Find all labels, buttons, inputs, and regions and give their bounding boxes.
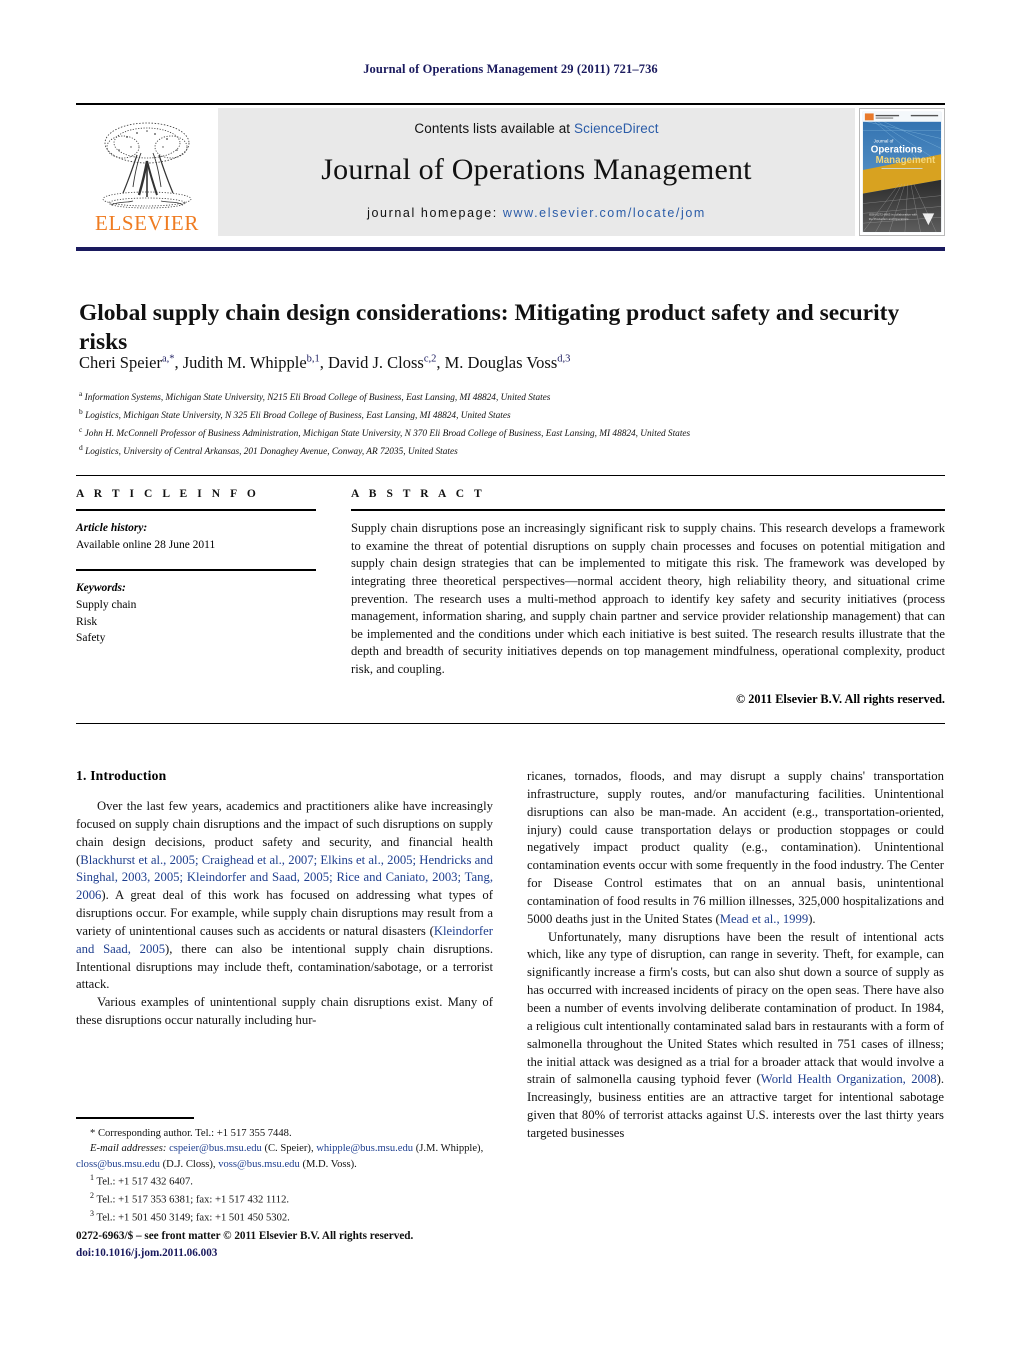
email-addresses-note: E-mail addresses: cspeier@bus.msu.edu (C… [76, 1143, 484, 1170]
article-history-label: Article history: [76, 522, 148, 534]
affiliation-text: Information Systems, Michigan State Univ… [84, 393, 551, 404]
body-column-right: ricanes, tornados, floods, and may disru… [527, 768, 944, 1143]
sciencedirect-link[interactable]: ScienceDirect [574, 121, 659, 136]
svg-text:the Production and Operations: the Production and Operations [869, 217, 909, 221]
paragraph: Various examples of unintentional supply… [76, 995, 493, 1028]
citation-link[interactable]: Kleindorfer and Saad, 2005 [76, 924, 493, 956]
paragraph: ricanes, tornados, floods, and may disru… [527, 769, 944, 926]
journal-cover-thumbnail[interactable]: Journal of Operations Management ISSN 02… [859, 108, 945, 236]
affiliation-marker: b [79, 407, 83, 417]
footnote-text: Tel.: +1 517 432 6407. [96, 1176, 193, 1188]
footnote-block: * Corresponding author. Tel.: +1 517 355… [76, 1117, 493, 1226]
svg-text:ISSN 0272-6963 in collaboratio: ISSN 0272-6963 in collaboration with [869, 212, 918, 216]
footnote-marker: 2 [90, 1191, 94, 1201]
footnote-marker: 1 [90, 1173, 94, 1183]
email-person: (D.J. Closs) [162, 1158, 213, 1170]
email-person: (J.M. Whipple) [415, 1143, 481, 1155]
elsevier-tree-icon [102, 122, 192, 209]
author-list: Cheri Speiera,*, Judith M. Whippleb,1, D… [79, 353, 571, 372]
citation-link[interactable]: Blackhurst et al., 2005; Craighead et al… [76, 853, 493, 903]
citation-link[interactable]: World Health Organization, 2008 [761, 1072, 937, 1086]
affiliation-text: Logistics, Michigan State University, N … [85, 411, 511, 422]
affiliation-marker: c [79, 425, 83, 435]
homepage-url-link[interactable]: www.elsevier.com/locate/jom [503, 206, 706, 220]
abstract-rule [351, 509, 945, 511]
paragraph: Over the last few years, academics and p… [76, 799, 493, 992]
email-label: E-mail addresses: [90, 1143, 167, 1155]
keywords-list: Supply chain Risk Safety [76, 597, 316, 647]
email-person: (M.D. Voss). [302, 1158, 357, 1170]
footnote-rule [76, 1117, 194, 1119]
article-info-abstract-block: A R T I C L E I N F O Article history: A… [76, 475, 945, 707]
citation-link[interactable]: Mead et al., 1999 [720, 912, 808, 926]
corresponding-author-note: * Corresponding author. Tel.: +1 517 355… [90, 1128, 292, 1139]
affiliation-text: Logistics, University of Central Arkansa… [85, 447, 458, 458]
contents-available-line: Contents lists available at ScienceDirec… [414, 121, 658, 136]
journal-homepage-line: journal homepage: www.elsevier.com/locat… [367, 206, 706, 220]
paragraph: Unfortunately, many disruptions have bee… [527, 929, 945, 1140]
doi-line[interactable]: doi:10.1016/j.jom.2011.06.003 [76, 1245, 506, 1262]
section-heading-introduction: 1. Introduction [76, 768, 167, 783]
email-link[interactable]: closs@bus.msu.edu [76, 1159, 160, 1170]
svg-text:Operations: Operations [871, 144, 923, 155]
body-column-left: 1. Introduction Over the last few years,… [76, 768, 493, 1143]
abstract-bottom-rule [76, 723, 945, 724]
abstract-heading: A B S T R A C T [351, 488, 486, 500]
svg-text:Management: Management [876, 155, 936, 166]
affiliation-item: b Logistics, Michigan State University, … [79, 406, 939, 424]
affiliation-item: d Logistics, University of Central Arkan… [79, 442, 939, 460]
journal-article-page: Journal of Operations Management 29 (201… [0, 0, 1021, 1351]
contents-prefix: Contents lists available at [414, 121, 575, 136]
keyword-item: Risk [76, 615, 98, 628]
homepage-prefix: journal homepage: [367, 206, 503, 220]
email-person: (C. Speier) [264, 1143, 311, 1155]
footnote-text: Tel.: +1 501 450 3149; fax: +1 501 450 5… [96, 1212, 290, 1224]
cover-art-icon: Journal of Operations Management ISSN 02… [860, 109, 944, 235]
article-body: 1. Introduction Over the last few years,… [76, 768, 945, 1143]
affiliation-list: a Information Systems, Michigan State Un… [79, 388, 939, 461]
footnote-numbered: 3 Tel.: +1 501 450 3149; fax: +1 501 450… [76, 1208, 493, 1226]
footnote-marker: 3 [90, 1209, 94, 1219]
elsevier-wordmark: ELSEVIER [95, 211, 199, 235]
imprint-block: 0272-6963/$ – see front matter © 2011 El… [76, 1228, 506, 1262]
footnote-text: Tel.: +1 517 353 6381; fax: +1 517 432 1… [96, 1194, 290, 1206]
keyword-item: Safety [76, 632, 106, 645]
affiliation-item: a Information Systems, Michigan State Un… [79, 388, 939, 406]
affiliation-marker: d [79, 443, 83, 453]
journal-title: Journal of Operations Management [321, 153, 752, 186]
abstract-text: Supply chain disruptions pose an increas… [351, 521, 945, 676]
abstract-column: A B S T R A C T Supply chain disruptions… [334, 488, 945, 707]
running-head: Journal of Operations Management 29 (201… [363, 62, 658, 76]
email-link[interactable]: whipple@bus.msu.edu [316, 1143, 413, 1154]
article-history-value: Available online 28 June 2011 [76, 538, 216, 551]
footnote-numbered: 1 Tel.: +1 517 432 6407. [76, 1172, 493, 1190]
article-info-column: A R T I C L E I N F O Article history: A… [76, 488, 334, 707]
svg-text:Journal of: Journal of [874, 138, 894, 143]
keywords-label: Keywords: [76, 582, 126, 595]
affiliation-item: c John H. McConnell Professor of Busines… [79, 424, 939, 442]
article-info-heading: A R T I C L E I N F O [76, 488, 260, 500]
footnote-numbered: 2 Tel.: +1 517 353 6381; fax: +1 517 432… [76, 1190, 493, 1208]
article-info-rule [76, 509, 316, 511]
journal-masthead: ELSEVIER Contents lists available at Sci… [76, 103, 945, 236]
affiliation-marker: a [79, 389, 83, 398]
journal-band: Contents lists available at ScienceDirec… [218, 108, 855, 236]
abstract-copyright: © 2011 Elsevier B.V. All rights reserved… [735, 691, 945, 706]
masthead-divider-rule [76, 247, 945, 251]
page-title: Global supply chain design consideration… [79, 299, 900, 356]
email-link[interactable]: voss@bus.msu.edu [218, 1159, 300, 1170]
elsevier-logo: ELSEVIER [76, 108, 218, 236]
keywords-rule [76, 569, 316, 572]
email-link[interactable]: cspeier@bus.msu.edu [169, 1143, 262, 1154]
affiliation-text: John H. McConnell Professor of Business … [84, 429, 691, 440]
issn-line: 0272-6963/$ – see front matter © 2011 El… [76, 1230, 414, 1242]
keyword-item: Supply chain [76, 599, 137, 612]
